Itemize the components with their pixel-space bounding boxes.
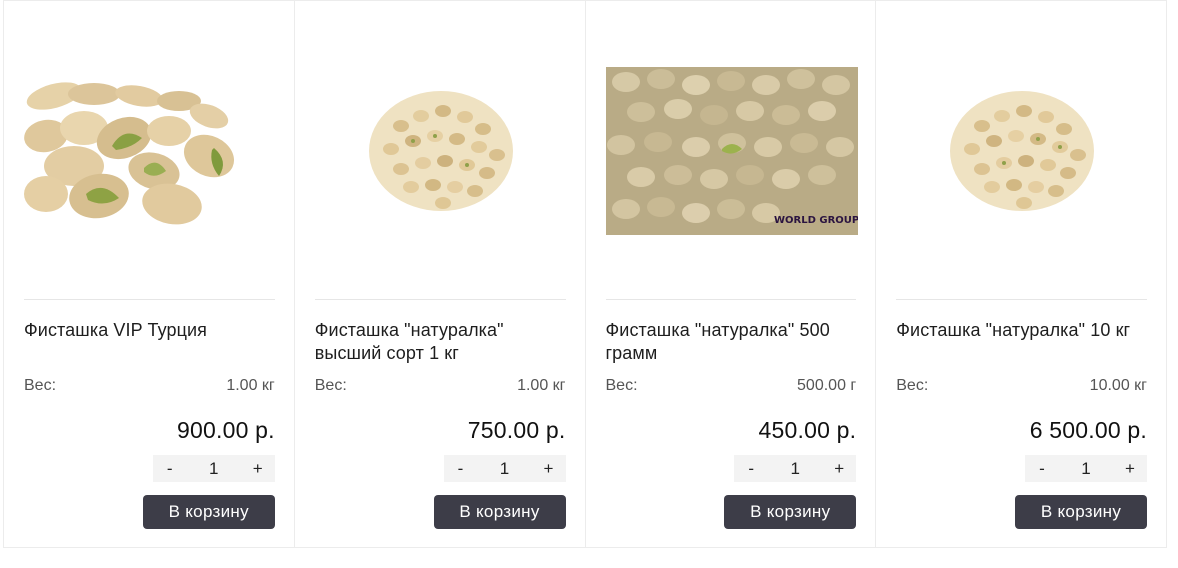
product-grid: Фисташка VIP Турция Вес: 1.00 кг 900.00 … bbox=[3, 0, 1167, 548]
product-image[interactable] bbox=[24, 31, 276, 271]
weight-label: Вес: bbox=[605, 377, 638, 394]
weight-value: 10.00 кг bbox=[1089, 377, 1147, 394]
product-title[interactable]: Фисташка "натуралка" 10 кг bbox=[896, 319, 1147, 342]
weight-value: 1.00 кг bbox=[517, 377, 566, 394]
product-image[interactable]: WORLD GROUP bbox=[605, 31, 858, 271]
product-card: Фисташка VIP Турция Вес: 1.00 кг 900.00 … bbox=[4, 0, 295, 547]
pistachio-pile-image bbox=[950, 91, 1095, 211]
quantity-stepper: - 1 + bbox=[443, 455, 566, 482]
product-price: 450.00 р. bbox=[758, 417, 857, 443]
qty-decrease-button[interactable]: - bbox=[153, 455, 187, 482]
divider bbox=[24, 299, 275, 300]
pistachio-closeup-image bbox=[24, 82, 235, 225]
qty-input[interactable]: 1 bbox=[775, 459, 815, 479]
weight-value: 500.00 г bbox=[797, 377, 857, 394]
pistachio-full-frame-image: WORLD GROUP bbox=[605, 67, 858, 235]
weight-value: 1.00 кг bbox=[226, 377, 275, 394]
qty-increase-button[interactable]: + bbox=[1113, 455, 1147, 482]
product-title[interactable]: Фисташка VIP Турция bbox=[24, 319, 275, 342]
weight-row: Вес: 1.00 кг bbox=[24, 377, 275, 395]
divider bbox=[896, 299, 1147, 300]
product-card: Фисташка "натуралка" 10 кг Вес: 10.00 кг… bbox=[876, 0, 1167, 547]
qty-increase-button[interactable]: + bbox=[532, 455, 566, 482]
pistachio-pile-image bbox=[368, 91, 513, 211]
weight-label: Вес: bbox=[314, 377, 347, 394]
qty-input[interactable]: 1 bbox=[485, 459, 525, 479]
quantity-stepper: - 1 + bbox=[1025, 455, 1147, 482]
add-to-cart-button[interactable]: В корзину bbox=[142, 495, 275, 529]
qty-increase-button[interactable]: + bbox=[241, 455, 275, 482]
weight-label: Вес: bbox=[24, 377, 57, 394]
qty-input[interactable]: 1 bbox=[194, 459, 234, 479]
add-to-cart-button[interactable]: В корзину bbox=[433, 495, 566, 529]
product-price: 6 500.00 р. bbox=[1029, 417, 1147, 443]
qty-decrease-button[interactable]: - bbox=[734, 455, 768, 482]
product-image[interactable] bbox=[896, 31, 1148, 271]
quantity-stepper: - 1 + bbox=[734, 455, 857, 482]
add-to-cart-button[interactable]: В корзину bbox=[724, 495, 857, 529]
quantity-stepper: - 1 + bbox=[152, 455, 275, 482]
divider bbox=[605, 299, 857, 300]
weight-row: Вес: 10.00 кг bbox=[896, 377, 1147, 395]
weight-row: Вес: 500.00 г bbox=[606, 377, 857, 395]
product-price: 900.00 р. bbox=[177, 417, 275, 443]
qty-decrease-button[interactable]: - bbox=[444, 455, 478, 482]
product-card: Фисташка "натуралка" высший сорт 1 кг Ве… bbox=[294, 0, 586, 547]
product-card: WORLD GROUP Фисташка "натуралка" 500 гра… bbox=[585, 0, 877, 547]
divider bbox=[314, 299, 566, 300]
weight-label: Вес: bbox=[896, 377, 929, 394]
product-title[interactable]: Фисташка "натуралка" 500 грамм bbox=[606, 319, 857, 365]
product-price: 750.00 р. bbox=[467, 417, 566, 443]
add-to-cart-button[interactable]: В корзину bbox=[1015, 495, 1147, 529]
qty-increase-button[interactable]: + bbox=[822, 455, 856, 482]
product-title[interactable]: Фисташка "натуралка" высший сорт 1 кг bbox=[315, 319, 566, 365]
watermark-text: WORLD GROUP bbox=[774, 215, 858, 226]
qty-decrease-button[interactable]: - bbox=[1025, 455, 1059, 482]
product-image[interactable] bbox=[315, 31, 567, 271]
weight-row: Вес: 1.00 кг bbox=[315, 377, 566, 395]
qty-input[interactable]: 1 bbox=[1066, 459, 1106, 479]
